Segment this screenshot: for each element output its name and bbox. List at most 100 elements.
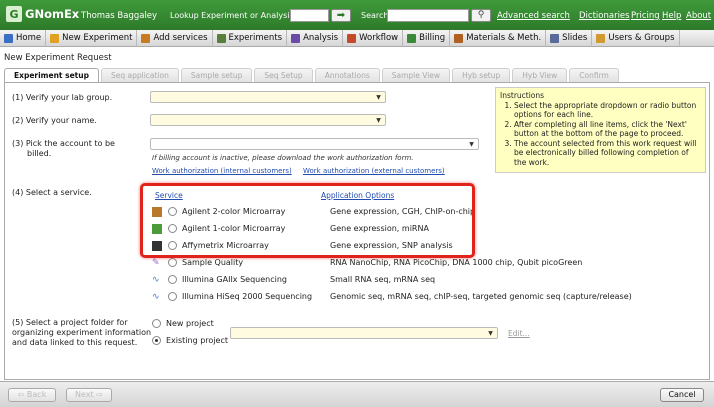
instructions-title: Instructions <box>500 91 545 100</box>
workflow-icon <box>347 33 357 43</box>
next-label: Next <box>75 390 94 399</box>
name-select[interactable]: ▼ <box>150 114 386 126</box>
gnomex-logo-icon: G <box>6 6 22 22</box>
analysis-icon <box>291 33 301 43</box>
project-folder-select[interactable]: ▼ <box>230 327 498 339</box>
dropdown-arrow-icon: ▼ <box>376 117 381 124</box>
search-input[interactable] <box>387 9 469 22</box>
nav-item-label: Billing <box>419 33 446 43</box>
top-bar: G GNomEx Thomas Baggaley Lookup Experime… <box>0 0 714 30</box>
service-radio[interactable] <box>168 292 177 301</box>
dna-icon: ∿ <box>152 291 160 302</box>
nav-item-workflow[interactable]: Workflow <box>343 29 404 47</box>
arrow-right-icon: ⇨ <box>93 390 103 399</box>
dna-icon: ∿ <box>152 274 160 285</box>
service-name: Illumina GAIIx Sequencing <box>182 275 287 284</box>
dropdown-arrow-icon: ▼ <box>469 141 474 148</box>
new-project-option[interactable]: New project <box>152 319 214 328</box>
nav-item-home[interactable]: Home <box>0 29 47 47</box>
nav-item-analysis[interactable]: Analysis <box>287 29 344 47</box>
question-project-line1: (5) Select a project folder for <box>12 318 128 327</box>
question-account-line1: (3) Pick the account to be <box>12 139 115 148</box>
new-project-label: New project <box>166 319 214 328</box>
service-row[interactable]: ∿ Illumina GAIIx Sequencing Small RNA seq,… <box>152 273 632 286</box>
nav-item-label: Home <box>16 33 42 43</box>
user-name: Thomas Baggaley <box>81 11 158 21</box>
nav-item-slides[interactable]: Slides <box>546 29 593 47</box>
work-auth-internal-link[interactable]: Work authorization (internal customers) <box>152 167 292 175</box>
service-name: Sample Quality <box>182 258 244 267</box>
tab-sample-setup[interactable]: Sample setup <box>180 68 253 82</box>
flask-icon <box>141 33 151 43</box>
nav-item-experiments[interactable]: Experiments <box>213 29 288 47</box>
main-nav: Home New Experiment Add services Experiment… <box>0 29 714 47</box>
search-button[interactable]: ⚲ <box>471 9 491 22</box>
lab-group-select[interactable]: ▼ <box>150 91 386 103</box>
cancel-button[interactable]: Cancel <box>660 388 704 402</box>
tab-confirm[interactable]: Confirm <box>569 68 619 82</box>
about-link[interactable]: About <box>686 11 711 21</box>
materials-icon <box>454 33 464 43</box>
arrow-right-icon: ➡ <box>336 10 346 21</box>
panel-title: New Experiment Request <box>4 53 112 63</box>
lookup-input[interactable] <box>290 9 329 22</box>
instruction-item: After completing all line items, click t… <box>514 120 701 139</box>
nav-item-label: Users & Groups <box>608 33 675 43</box>
work-auth-external-link[interactable]: Work authorization (external customers) <box>303 167 445 175</box>
wizard-tabs: Experiment setup Seq application Sample se… <box>4 68 621 82</box>
question-account-line2: billed. <box>27 149 52 158</box>
nav-item-label: Workflow <box>359 33 399 43</box>
bottom-bar: ⇦ Back Next ⇨ Cancel <box>0 381 714 407</box>
tab-hyb-setup[interactable]: Hyb setup <box>452 68 511 82</box>
help-link[interactable]: Help <box>662 11 681 21</box>
advanced-search-link[interactable]: Advanced search <box>497 11 570 21</box>
existing-project-radio[interactable] <box>152 336 161 345</box>
slides-icon <box>550 33 560 43</box>
nav-item-users-groups[interactable]: Users & Groups <box>592 29 680 47</box>
nav-item-materials-meth[interactable]: Materials & Meth. <box>450 29 547 47</box>
nav-item-label: Materials & Meth. <box>466 33 542 43</box>
existing-project-label: Existing project <box>166 336 228 345</box>
experiment-icon <box>50 33 60 43</box>
nav-item-add-services[interactable]: Add services <box>137 29 213 47</box>
nav-item-billing[interactable]: Billing <box>403 29 451 47</box>
nav-item-label: Experiments <box>228 33 283 43</box>
dictionaries-link[interactable]: Dictionaries <box>579 11 630 21</box>
service-radio[interactable] <box>168 258 177 267</box>
tab-sample-view[interactable]: Sample View <box>381 68 451 82</box>
billing-note: If billing account is inactive, please d… <box>152 154 414 162</box>
lookup-go-button[interactable]: ➡ <box>331 9 351 22</box>
question-lab-group: (1) Verify your lab group. <box>12 93 113 102</box>
arrow-left-icon: ⇦ <box>17 390 27 399</box>
instruction-item: Select the appropriate dropdown or radio… <box>514 101 701 120</box>
back-button[interactable]: ⇦ Back <box>8 388 56 402</box>
edit-project-link[interactable]: Edit... <box>508 329 530 338</box>
nav-item-label: Add services <box>153 33 208 43</box>
billing-icon <box>407 33 417 43</box>
instructions-list: Select the appropriate dropdown or radio… <box>514 101 701 168</box>
service-row[interactable]: ∿ Illumina HiSeq 2000 Sequencing Genomic s… <box>152 290 632 303</box>
tab-experiment-setup[interactable]: Experiment setup <box>4 68 99 82</box>
dropdown-arrow-icon: ▼ <box>376 94 381 101</box>
service-options: Genomic seq, mRNA seq, chIP-seq, targete… <box>330 292 632 301</box>
tab-seq-setup[interactable]: Seq Setup <box>254 68 313 82</box>
new-project-radio[interactable] <box>152 319 161 328</box>
home-icon <box>4 33 13 43</box>
question-name: (2) Verify your name. <box>12 116 97 125</box>
instruction-item: The account selected from this work requ… <box>514 139 701 168</box>
app-logo[interactable]: G GNomEx <box>6 6 79 22</box>
app-name: GNomEx <box>25 7 80 21</box>
existing-project-option[interactable]: Existing project <box>152 336 228 345</box>
next-button[interactable]: Next ⇨ <box>66 388 112 402</box>
tab-seq-application[interactable]: Seq application <box>100 68 179 82</box>
billing-account-select[interactable]: ▼ <box>150 138 479 150</box>
service-radio[interactable] <box>168 275 177 284</box>
users-icon <box>596 33 606 43</box>
nav-item-new-experiment[interactable]: New Experiment <box>46 29 138 47</box>
pricing-link[interactable]: Pricing <box>631 11 660 21</box>
tab-hyb-view[interactable]: Hyb View <box>512 68 568 82</box>
tab-annotations[interactable]: Annotations <box>314 68 380 82</box>
search-label: Search <box>361 11 389 20</box>
highlight-box <box>140 183 475 258</box>
question-service: (4) Select a service. <box>12 188 92 197</box>
